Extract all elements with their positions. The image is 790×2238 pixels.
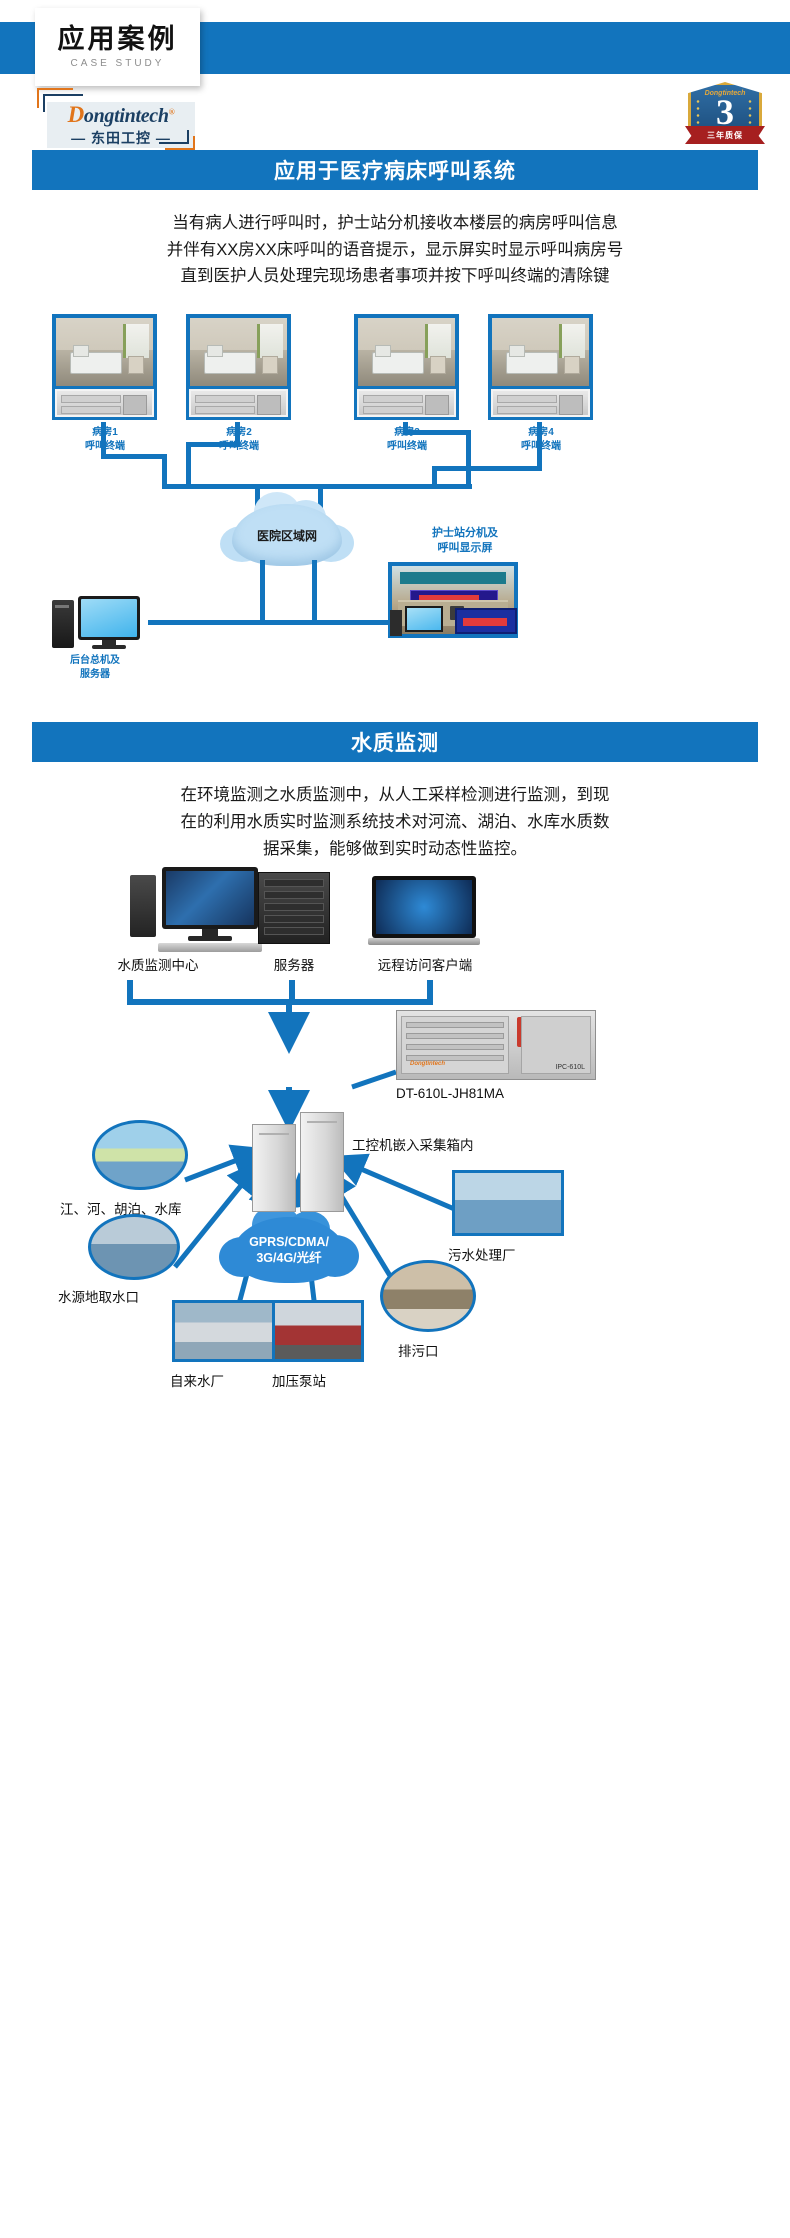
connector-bus bbox=[162, 484, 472, 490]
section-header-hospital: 应用于医疗病床呼叫系统 bbox=[32, 150, 758, 190]
collection-cabinet-2 bbox=[300, 1112, 344, 1213]
connector-line bbox=[537, 422, 542, 471]
call-terminal-photo-4 bbox=[488, 386, 593, 421]
rack-brand-logo: Dongtintech bbox=[410, 1061, 445, 1068]
connector-line bbox=[186, 442, 240, 448]
source-label-water-intake: 水源地取水口 bbox=[58, 1290, 139, 1306]
nurse-station-label-line1: 护士站分机及 bbox=[432, 527, 498, 540]
connector-line bbox=[403, 430, 471, 436]
computer-tower-icon bbox=[130, 875, 156, 938]
connector-line bbox=[466, 430, 471, 489]
section-header-water: 水质监测 bbox=[32, 722, 758, 763]
connector-line bbox=[312, 560, 317, 625]
section-paragraph-water: 在环境监测之水质监测中，从人工采样检测进行监测，到现 在的利用水质实时监测系统技… bbox=[45, 782, 745, 862]
paragraph-line: 在的利用水质实时监测系统技术对河流、湖泊、水库水质数 bbox=[180, 812, 610, 831]
banner-title-cn: 应用案例 bbox=[57, 24, 178, 55]
badge-number: 3 bbox=[716, 92, 734, 132]
hospital-room-image bbox=[492, 318, 589, 389]
call-terminal-photo-1 bbox=[52, 386, 157, 421]
room-photo-2 bbox=[186, 314, 291, 393]
room-photo-3 bbox=[354, 314, 459, 393]
hospital-room-image bbox=[358, 318, 455, 389]
paragraph-line: 在环境监测之水质监测中，从人工采样检测进行监测，到现 bbox=[180, 786, 610, 805]
source-label-waterworks: 自来水厂 bbox=[170, 1374, 224, 1390]
monitor-icon bbox=[162, 867, 258, 930]
room-label-line2: 呼叫终端 bbox=[387, 440, 427, 452]
device-model-label: DT-610L-JH81MA bbox=[396, 1086, 505, 1102]
section-paragraph-hospital: 当有病人进行呼叫时，护士站分机接收本楼层的病房呼叫信息 并伴有XX房XX床呼叫的… bbox=[45, 210, 745, 290]
industrial-pc-photo: Dongtintech IPC-610L bbox=[396, 1010, 596, 1081]
hospital-diagram: 病房1 呼叫终端 病房2 呼叫终端 病房3 呼叫终端 病房4 呼叫终端 医院区域… bbox=[0, 304, 790, 680]
node-label-remote-client: 远程访问客户端 bbox=[377, 958, 473, 974]
warranty-badge: Dongtintech 3 三年质保 bbox=[682, 80, 768, 158]
page-banner: 应用案例 CASE STUDY Dongtintech® — 东田工控 — Do… bbox=[0, 0, 790, 150]
network-label-line1: GPRS/CDMA/ bbox=[249, 1235, 329, 1250]
room-photo-1 bbox=[52, 314, 157, 393]
cloud-label: 医院区域网 bbox=[256, 528, 317, 543]
node-label-server: 服务器 bbox=[273, 958, 315, 974]
computer-tower-icon bbox=[52, 600, 74, 649]
server-rack-icon bbox=[258, 872, 330, 945]
remote-client-laptop bbox=[368, 876, 480, 948]
keyboard-icon bbox=[158, 943, 262, 953]
source-photo-sewage-plant bbox=[452, 1170, 564, 1237]
room-photo-4 bbox=[488, 314, 593, 393]
section-header-water-label: 水质监测 bbox=[351, 732, 439, 756]
logo-brand-cn: — 东田工控 — bbox=[71, 129, 171, 146]
source-photo-sewage-outlet bbox=[380, 1260, 476, 1333]
source-photo-waterworks bbox=[172, 1300, 282, 1363]
badge-ribbon-text: 三年质保 bbox=[707, 130, 743, 140]
nurse-station-label: 护士站分机及 呼叫显示屏 bbox=[400, 526, 530, 556]
badge-ribbon: 三年质保 bbox=[685, 126, 765, 144]
node-label-monitoring-center: 水质监测中心 bbox=[117, 958, 199, 974]
paragraph-line: 据采集，能够做到实时动态性监控。 bbox=[263, 839, 527, 858]
logo-brand-rest: ongtintech bbox=[83, 104, 169, 127]
banner-title-en: CASE STUDY bbox=[70, 57, 165, 69]
connector-line bbox=[101, 422, 106, 459]
logo-initial-d: D bbox=[67, 101, 85, 127]
hospital-room-image bbox=[190, 318, 287, 389]
paragraph-line: 当有病人进行呼叫时，护士站分机接收本楼层的病房呼叫信息 bbox=[172, 214, 618, 232]
call-terminal-photo-2 bbox=[186, 386, 291, 421]
connector-line bbox=[101, 454, 167, 460]
monitor-icon bbox=[405, 606, 443, 633]
nurse-station-label-line2: 呼叫显示屏 bbox=[437, 542, 493, 554]
company-logo: Dongtintech® — 东田工控 — bbox=[25, 88, 205, 150]
rack-model-badge: IPC-610L bbox=[555, 1064, 585, 1072]
logo-brand-en: Dongtintech® bbox=[68, 103, 175, 126]
connector-line bbox=[432, 466, 542, 472]
connector-line bbox=[162, 454, 167, 489]
connector-line bbox=[260, 560, 265, 625]
cabinet-label: 工控机嵌入采集箱内 bbox=[352, 1138, 474, 1154]
registered-mark-icon: ® bbox=[168, 106, 175, 116]
computer-tower-icon bbox=[390, 610, 402, 637]
led-display-panel bbox=[455, 608, 517, 635]
connector-line bbox=[186, 442, 191, 489]
backoffice-computer bbox=[52, 596, 148, 652]
backoffice-label-line2: 服务器 bbox=[80, 668, 110, 680]
monitor-icon bbox=[78, 596, 140, 641]
banner-title-card: 应用案例 CASE STUDY bbox=[35, 8, 200, 86]
logo-corner-bottom-right-orange bbox=[165, 136, 195, 150]
collection-cabinet-1 bbox=[252, 1124, 296, 1213]
source-label-sewage-outlet: 排污口 bbox=[398, 1344, 439, 1360]
source-label-sewage-plant: 污水处理厂 bbox=[448, 1248, 516, 1264]
hospital-network-cloud: 医院区域网 bbox=[220, 492, 354, 567]
backoffice-label-line1: 后台总机及 bbox=[70, 655, 120, 667]
monitoring-center-computer bbox=[130, 867, 262, 953]
source-photo-water-intake bbox=[88, 1214, 180, 1281]
network-label-line2: 3G/4G/光纤 bbox=[256, 1251, 322, 1266]
source-photo-river-lake bbox=[92, 1120, 188, 1191]
network-cloud: GPRS/CDMA/ 3G/4G/光纤 bbox=[219, 1205, 359, 1284]
source-label-pump-station: 加压泵站 bbox=[272, 1374, 326, 1390]
backoffice-label: 后台总机及 服务器 bbox=[40, 654, 150, 681]
nurse-station-computer bbox=[390, 604, 448, 640]
section-header-hospital-label: 应用于医疗病床呼叫系统 bbox=[274, 160, 516, 183]
source-photo-pump-station bbox=[272, 1300, 364, 1363]
hospital-room-image bbox=[56, 318, 153, 389]
call-terminal-photo-3 bbox=[354, 386, 459, 421]
water-monitoring-diagram: 水质监测中心 服务器 远程访问客户端 GPRS/CDMA/ 3G/4G/光纤 D… bbox=[0, 862, 790, 1562]
paragraph-line: 直到医护人员处理完现场患者事项并按下呼叫终端的清除键 bbox=[180, 267, 610, 286]
paragraph-line: 并伴有XX房XX床呼叫的语音提示，显示屏实时显示呼叫病房号 bbox=[166, 240, 624, 259]
